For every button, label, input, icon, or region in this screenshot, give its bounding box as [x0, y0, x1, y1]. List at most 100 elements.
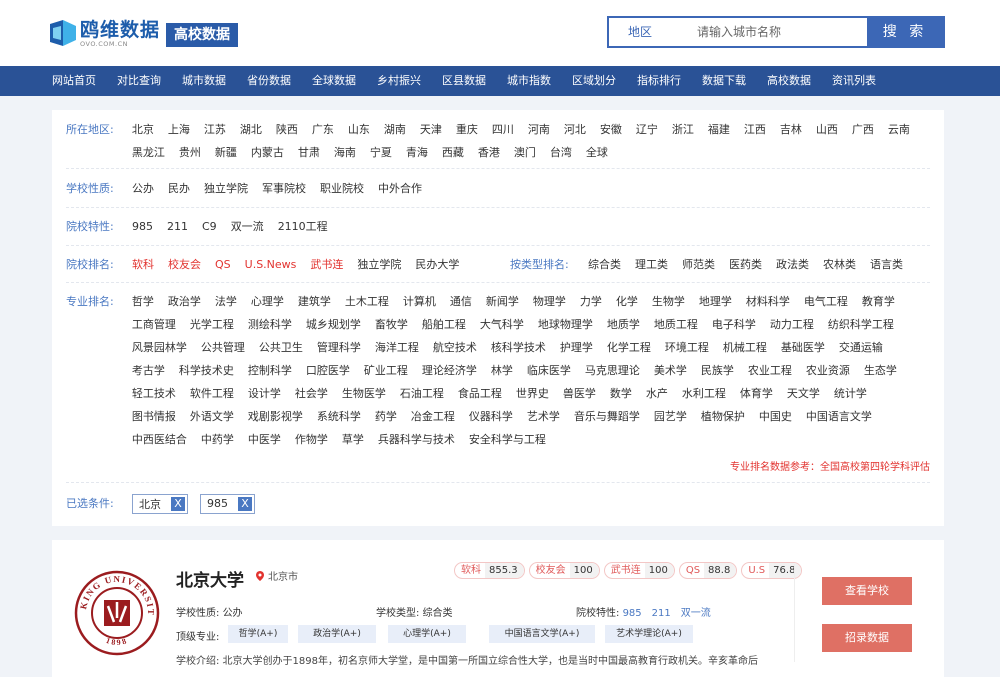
- filter-option-region[interactable]: 宁夏: [370, 141, 392, 164]
- filter-option-ranking[interactable]: 民办大学: [415, 253, 459, 276]
- view-school-button[interactable]: 查看学校: [822, 577, 912, 605]
- filter-option-ranking[interactable]: 独立学院: [357, 253, 401, 276]
- filter-option-major[interactable]: 统计学: [834, 382, 867, 405]
- nav-item[interactable]: 城市指数: [507, 66, 551, 96]
- filter-option-major[interactable]: 中国史: [759, 405, 792, 428]
- filter-option-nature[interactable]: 民办: [168, 177, 190, 200]
- nav-item[interactable]: 城市数据: [182, 66, 226, 96]
- filter-option-region[interactable]: 湖北: [240, 118, 262, 141]
- filter-option-region[interactable]: 贵州: [179, 141, 201, 164]
- filter-option-region[interactable]: 湖南: [384, 118, 406, 141]
- filter-option-ranking-type[interactable]: 语言类: [870, 253, 903, 276]
- filter-option-feature[interactable]: 985: [132, 215, 153, 238]
- filter-option-major[interactable]: 风景园林学: [132, 336, 187, 359]
- filter-option-nature[interactable]: 公办: [132, 177, 154, 200]
- filter-option-major[interactable]: 科学技术史: [179, 359, 234, 382]
- filter-option-region[interactable]: 青海: [406, 141, 428, 164]
- filter-option-region[interactable]: 澳门: [514, 141, 536, 164]
- filter-option-ranking[interactable]: 武书连: [310, 253, 343, 276]
- search-button[interactable]: 搜 索: [867, 18, 943, 46]
- remove-chip-icon[interactable]: X: [171, 496, 185, 511]
- filter-option-major[interactable]: 戏剧影视学: [248, 405, 303, 428]
- filter-option-feature[interactable]: 2110工程: [278, 215, 328, 238]
- filter-option-major[interactable]: 法学: [215, 290, 237, 313]
- city-search-input[interactable]: [671, 18, 867, 46]
- filter-option-region[interactable]: 甘肃: [298, 141, 320, 164]
- filter-option-major[interactable]: 口腔医学: [306, 359, 350, 382]
- filter-option-major[interactable]: 大气科学: [480, 313, 524, 336]
- nav-item[interactable]: 高校数据: [767, 66, 811, 96]
- filter-option-major[interactable]: 纺织科学工程: [828, 313, 894, 336]
- filter-option-major[interactable]: 通信: [450, 290, 472, 313]
- filter-option-feature[interactable]: 211: [167, 215, 188, 238]
- filter-option-major[interactable]: 地理学: [699, 290, 732, 313]
- filter-option-major[interactable]: 电气工程: [804, 290, 848, 313]
- nav-item[interactable]: 区域划分: [572, 66, 616, 96]
- filter-option-nature[interactable]: 军事院校: [262, 177, 306, 200]
- nav-item[interactable]: 网站首页: [52, 66, 96, 96]
- logo[interactable]: 鸥维数据 OVO.COM.CN 高校数据: [50, 20, 239, 48]
- filter-option-major[interactable]: 光学工程: [190, 313, 234, 336]
- filter-option-major[interactable]: 石油工程: [400, 382, 444, 405]
- filter-option-major[interactable]: 园艺学: [654, 405, 687, 428]
- filter-option-region[interactable]: 福建: [708, 118, 730, 141]
- filter-option-major[interactable]: 农业工程: [748, 359, 792, 382]
- nav-item[interactable]: 指标排行: [637, 66, 681, 96]
- filter-option-major[interactable]: 图书情报: [132, 405, 176, 428]
- filter-option-ranking[interactable]: 校友会: [168, 253, 201, 276]
- filter-option-ranking-type[interactable]: 综合类: [588, 253, 621, 276]
- filter-option-region[interactable]: 浙江: [672, 118, 694, 141]
- filter-option-major[interactable]: 轻工技术: [132, 382, 176, 405]
- filter-option-nature[interactable]: 职业院校: [320, 177, 364, 200]
- filter-option-major[interactable]: 材料科学: [746, 290, 790, 313]
- filter-option-major[interactable]: 动力工程: [770, 313, 814, 336]
- filter-option-major[interactable]: 公共管理: [201, 336, 245, 359]
- admission-data-button[interactable]: 招录数据: [822, 624, 912, 652]
- filter-option-region[interactable]: 辽宁: [636, 118, 658, 141]
- filter-option-ranking-type[interactable]: 理工类: [635, 253, 668, 276]
- filter-option-major[interactable]: 航空技术: [433, 336, 477, 359]
- filter-option-region[interactable]: 陕西: [276, 118, 298, 141]
- filter-option-major[interactable]: 机械工程: [723, 336, 767, 359]
- filter-option-major[interactable]: 建筑学: [298, 290, 331, 313]
- filter-option-region[interactable]: 四川: [492, 118, 514, 141]
- filter-option-ranking-type[interactable]: 师范类: [682, 253, 715, 276]
- filter-option-nature[interactable]: 独立学院: [204, 177, 248, 200]
- remove-chip-icon[interactable]: X: [238, 496, 252, 511]
- filter-option-region[interactable]: 广西: [852, 118, 874, 141]
- filter-option-major[interactable]: 设计学: [248, 382, 281, 405]
- filter-option-major[interactable]: 电子科学: [712, 313, 756, 336]
- filter-option-major[interactable]: 理论经济学: [422, 359, 477, 382]
- filter-option-major[interactable]: 地球物理学: [538, 313, 593, 336]
- filter-option-major[interactable]: 社会学: [295, 382, 328, 405]
- filter-option-major[interactable]: 地质工程: [654, 313, 698, 336]
- nav-item[interactable]: 全球数据: [312, 66, 356, 96]
- filter-option-major[interactable]: 水产: [646, 382, 668, 405]
- filter-option-major[interactable]: 畜牧学: [375, 313, 408, 336]
- filter-option-major[interactable]: 工商管理: [132, 313, 176, 336]
- filter-option-major[interactable]: 交通运输: [839, 336, 883, 359]
- filter-option-major[interactable]: 临床医学: [527, 359, 571, 382]
- filter-option-major[interactable]: 管理科学: [317, 336, 361, 359]
- filter-option-major[interactable]: 公共卫生: [259, 336, 303, 359]
- filter-option-major[interactable]: 艺术学: [527, 405, 560, 428]
- filter-option-major[interactable]: 化学工程: [607, 336, 651, 359]
- filter-option-major[interactable]: 作物学: [295, 428, 328, 451]
- filter-option-ranking-type[interactable]: 医药类: [729, 253, 762, 276]
- filter-option-region[interactable]: 河南: [528, 118, 550, 141]
- filter-option-region[interactable]: 广东: [312, 118, 334, 141]
- filter-option-major[interactable]: 计算机: [403, 290, 436, 313]
- filter-option-major[interactable]: 测绘科学: [248, 313, 292, 336]
- filter-option-major[interactable]: 中国语言文学: [806, 405, 872, 428]
- filter-option-major[interactable]: 生物学: [652, 290, 685, 313]
- filter-option-ranking[interactable]: QS: [215, 253, 231, 276]
- search-region-label[interactable]: 地区: [609, 18, 671, 46]
- filter-option-region[interactable]: 西藏: [442, 141, 464, 164]
- filter-option-major[interactable]: 外语文学: [190, 405, 234, 428]
- filter-option-major[interactable]: 核科学技术: [491, 336, 546, 359]
- filter-option-major[interactable]: 基础医学: [781, 336, 825, 359]
- filter-option-major[interactable]: 政治学: [168, 290, 201, 313]
- school-feature-value[interactable]: 双一流: [681, 608, 711, 619]
- filter-option-major[interactable]: 船舶工程: [422, 313, 466, 336]
- filter-option-major[interactable]: 哲学: [132, 290, 154, 313]
